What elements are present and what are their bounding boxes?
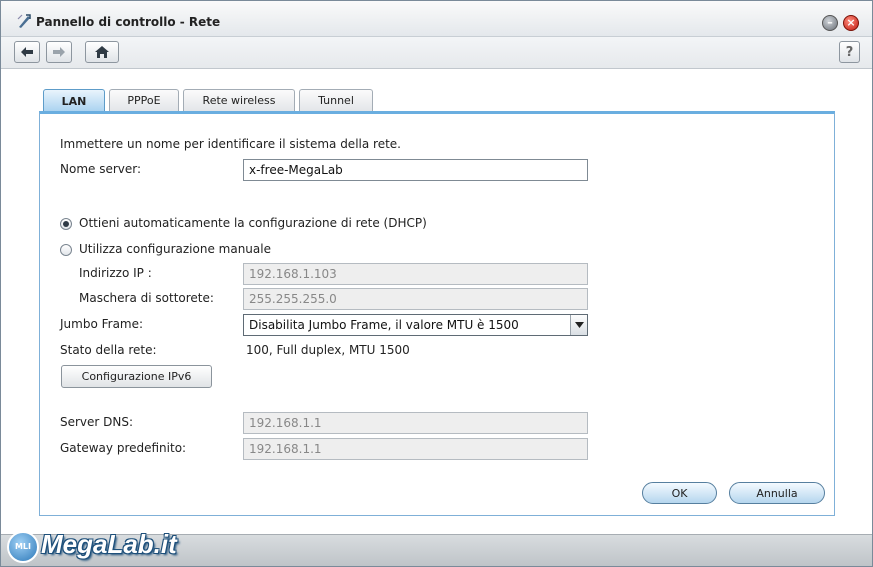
manual-label: Utilizza configurazione manuale xyxy=(79,242,271,256)
help-button[interactable]: ? xyxy=(839,41,860,63)
back-button[interactable] xyxy=(14,41,40,63)
control-panel-icon xyxy=(17,14,31,28)
ip-label: Indirizzo IP : xyxy=(79,266,152,280)
close-button[interactable]: × xyxy=(843,15,859,31)
dhcp-label: Ottieni automaticamente la configurazion… xyxy=(79,216,427,230)
close-icon: × xyxy=(846,16,856,29)
toolbar xyxy=(1,37,872,69)
home-icon xyxy=(95,46,109,58)
minimize-icon: – xyxy=(827,16,833,29)
jumbo-frame-value: Disabilita Jumbo Frame, il valore MTU è … xyxy=(249,318,519,332)
title-bar: Pannello di controllo - Rete – × xyxy=(1,1,872,37)
subnet-mask-label: Maschera di sottorete: xyxy=(79,291,214,305)
watermark-badge: MLI xyxy=(7,531,39,563)
server-name-input[interactable]: x-free-MegaLab xyxy=(243,159,588,181)
watermark-text: MegaLab.it xyxy=(41,529,177,559)
intro-text: Immettere un nome per identificare il si… xyxy=(60,137,401,151)
dns-input[interactable]: 192.168.1.1 xyxy=(243,412,588,434)
gateway-input[interactable]: 192.168.1.1 xyxy=(243,438,588,460)
network-status-value: 100, Full duplex, MTU 1500 xyxy=(246,343,410,357)
manual-radio[interactable] xyxy=(60,244,72,256)
subnet-mask-input[interactable]: 255.255.255.0 xyxy=(243,288,588,310)
network-status-label: Stato della rete: xyxy=(60,343,157,357)
server-name-label: Nome server: xyxy=(60,162,142,176)
minimize-button[interactable]: – xyxy=(822,15,838,31)
dhcp-radio[interactable] xyxy=(60,218,72,230)
window: Pannello di controllo - Rete – × ? LAN P… xyxy=(0,0,873,567)
jumbo-frame-select[interactable]: Disabilita Jumbo Frame, il valore MTU è … xyxy=(243,314,588,336)
tab-wireless[interactable]: Rete wireless xyxy=(183,89,295,111)
tab-tunnel[interactable]: Tunnel xyxy=(299,89,373,111)
jumbo-frame-label: Jumbo Frame: xyxy=(60,317,144,331)
cancel-button[interactable]: Annulla xyxy=(729,482,825,504)
ipv6-config-button[interactable]: Configurazione IPv6 xyxy=(61,365,212,388)
tab-pppoe[interactable]: PPPoE xyxy=(109,89,179,111)
watermark-logo: MLI MegaLab.it xyxy=(5,523,195,565)
dns-label: Server DNS: xyxy=(60,415,134,429)
chevron-down-icon[interactable] xyxy=(570,315,587,335)
forward-button[interactable] xyxy=(46,41,72,63)
home-button[interactable] xyxy=(85,41,119,63)
ok-button[interactable]: OK xyxy=(642,482,717,504)
window-title: Pannello di controllo - Rete xyxy=(36,15,221,29)
tab-lan[interactable]: LAN xyxy=(43,89,105,112)
arrow-left-icon xyxy=(21,47,33,57)
ip-input[interactable]: 192.168.1.103 xyxy=(243,263,588,285)
gateway-label: Gateway predefinito: xyxy=(60,441,187,455)
arrow-right-icon xyxy=(53,47,65,57)
